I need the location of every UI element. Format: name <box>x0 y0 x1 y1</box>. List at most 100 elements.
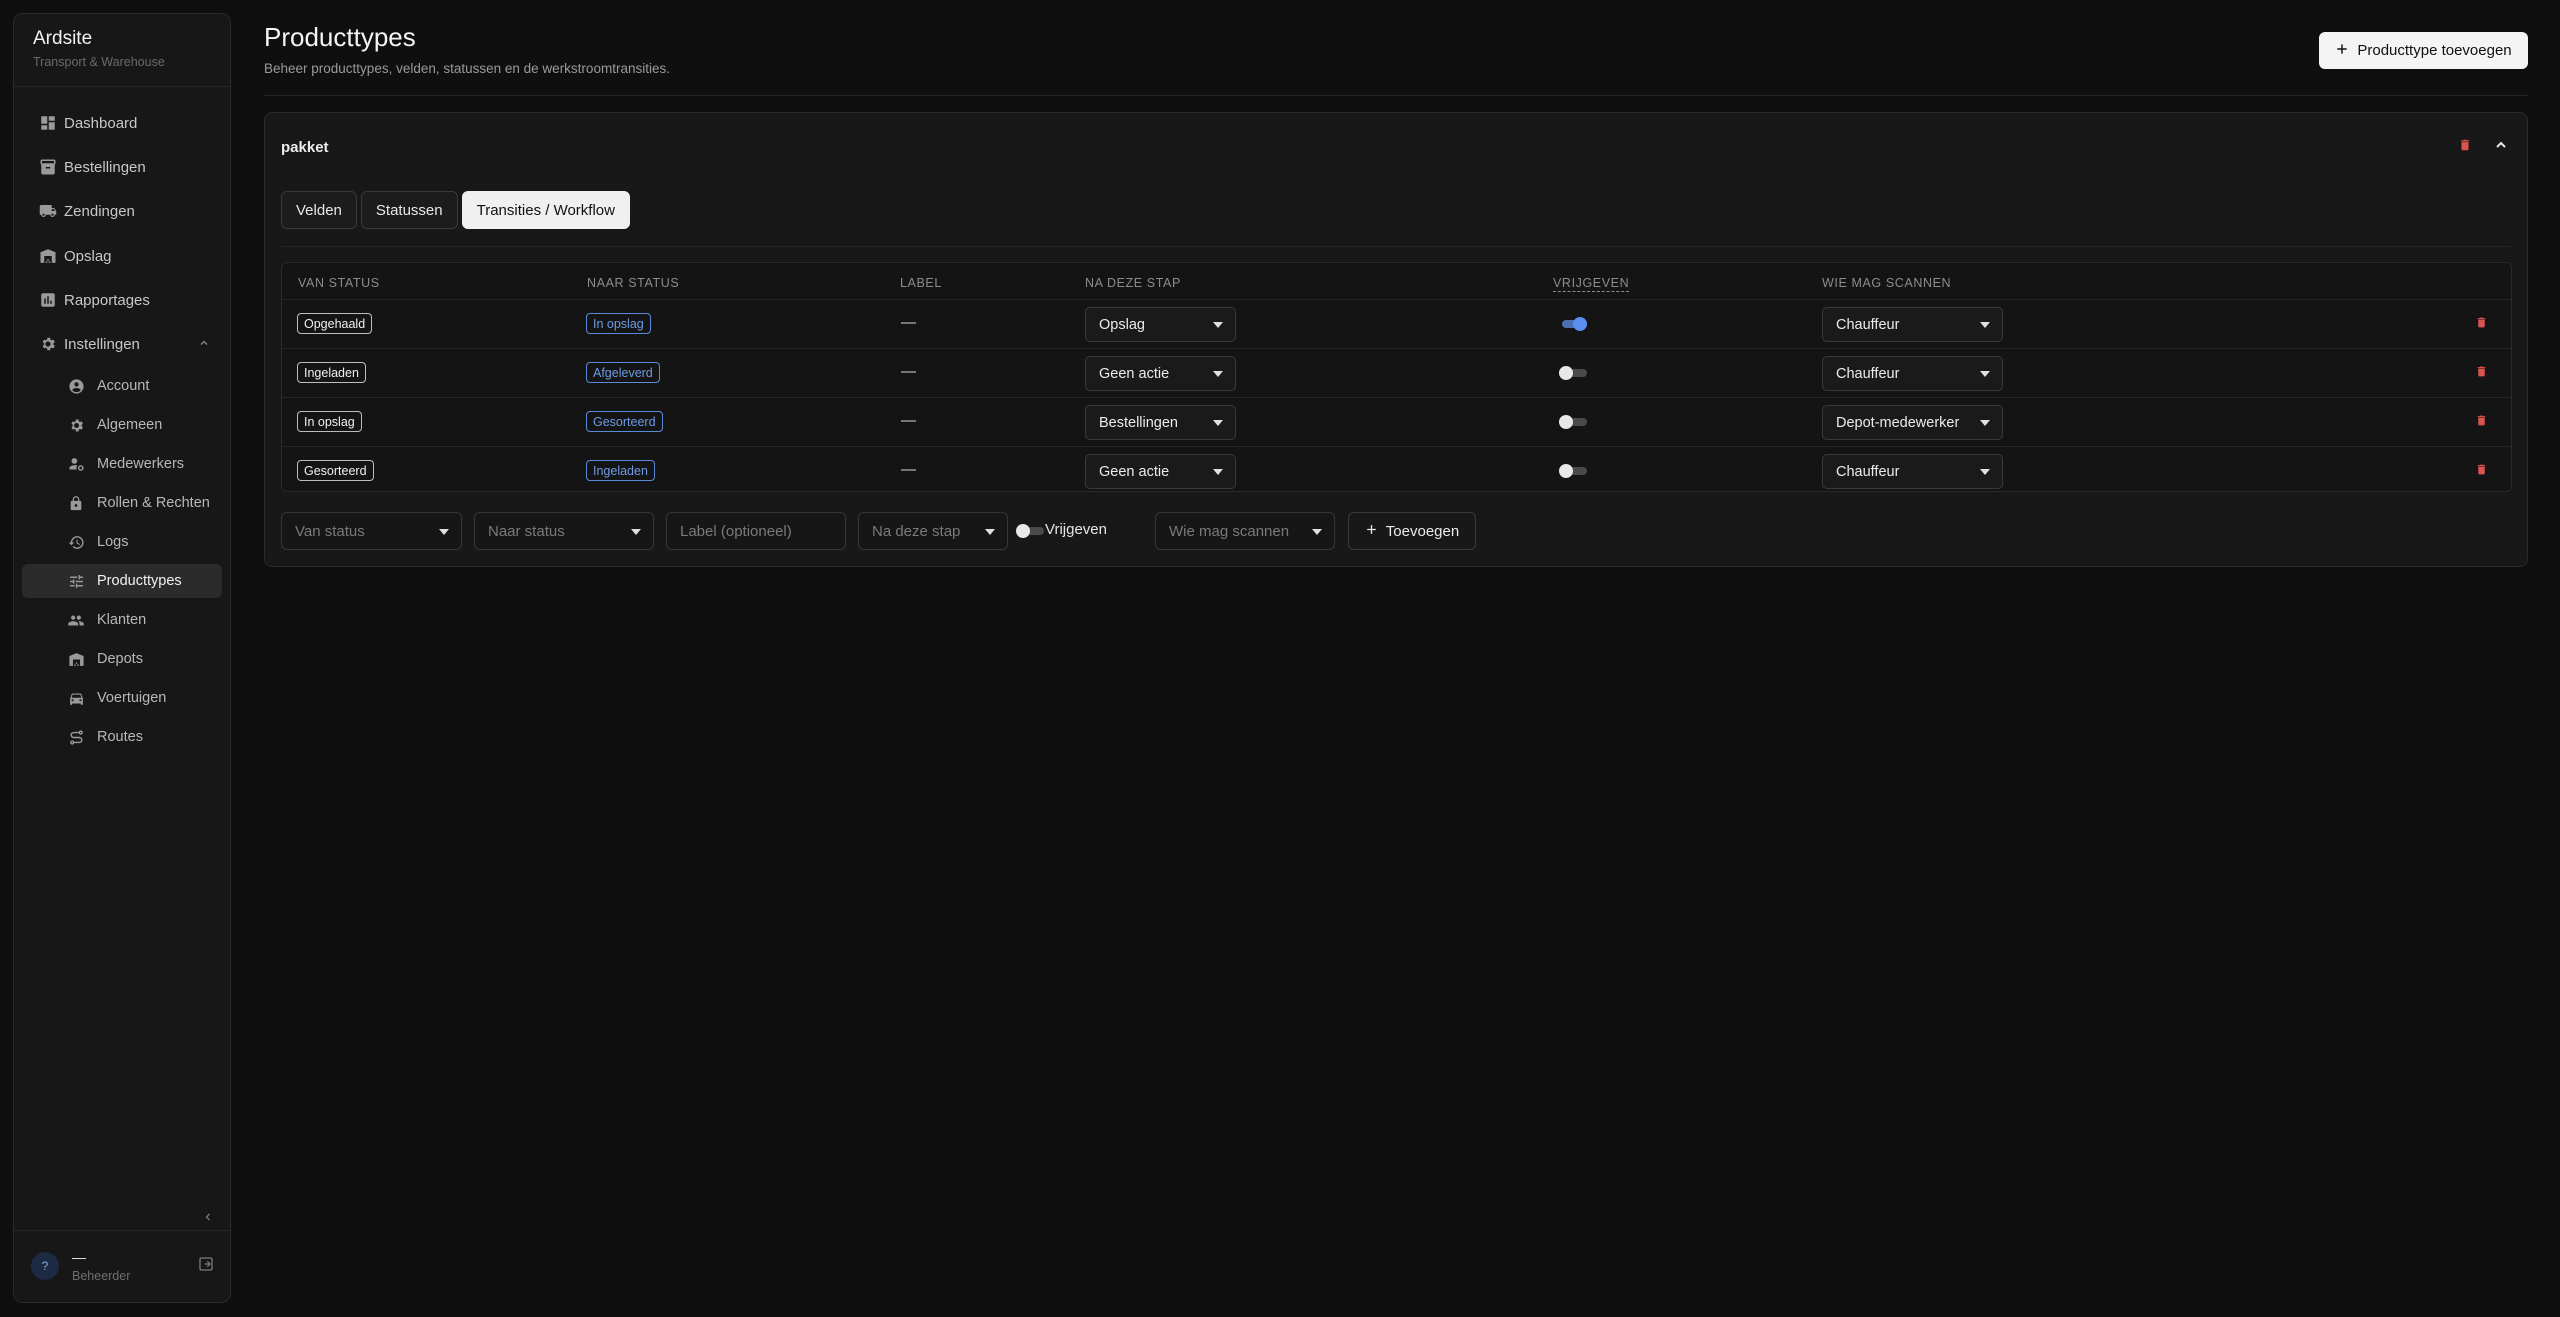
tab-statussen[interactable]: Statussen <box>360 191 458 229</box>
collapse-sidebar-icon[interactable] <box>202 1210 214 1228</box>
sidebar-item-voertuigen[interactable]: Voertuigen <box>22 681 222 715</box>
chevron-up-icon <box>198 336 210 353</box>
from-status-select[interactable]: Van status <box>281 512 462 550</box>
trash-icon[interactable] <box>2475 364 2488 383</box>
plus-icon <box>1365 523 1378 540</box>
tab-velden[interactable]: Velden <box>281 191 357 229</box>
sidebar-item-label: Routes <box>97 729 143 745</box>
sidebar-item-label: Rollen & Rechten <box>97 495 210 511</box>
next-step-select[interactable]: Geen actie <box>1085 356 1236 391</box>
producttype-card: pakket Velden Statussen Transities / Wor… <box>264 112 2528 567</box>
scanner-value: Depot-medewerker <box>1836 414 1960 431</box>
sidebar-item-routes[interactable]: Routes <box>22 720 222 754</box>
to-status-badge: Afgeleverd <box>586 362 660 383</box>
next-step-value: Bestellingen <box>1099 414 1178 431</box>
gear-icon <box>38 334 58 354</box>
scanner-select[interactable]: Depot-medewerker <box>1822 405 2003 440</box>
release-toggle[interactable] <box>1559 415 1587 429</box>
avatar[interactable]: ? <box>31 1252 59 1280</box>
user-name: — <box>72 1249 86 1265</box>
dashboard-icon <box>38 113 58 133</box>
bar-chart-icon <box>38 290 58 310</box>
sidebar-item-klanten[interactable]: Klanten <box>22 603 222 637</box>
to-status-badge: Gesorteerd <box>586 411 663 432</box>
release-toggle[interactable] <box>1559 366 1587 380</box>
sidebar-item-label: Opslag <box>64 247 112 265</box>
sidebar-item-depots[interactable]: Depots <box>22 642 222 676</box>
tab-transities-workflow[interactable]: Transities / Workflow <box>461 191 630 229</box>
label-value: — <box>901 412 916 429</box>
next-step-select[interactable]: Geen actie <box>1085 454 1236 489</box>
route-icon <box>67 728 85 746</box>
column-header: Van status <box>298 276 380 290</box>
dropdown-caret-icon <box>1213 371 1223 377</box>
release-toggle[interactable] <box>1016 524 1044 538</box>
next-step-select[interactable]: Bestellingen <box>1085 405 1236 440</box>
label-value: — <box>901 314 916 331</box>
trash-icon[interactable] <box>2475 413 2488 432</box>
sidebar-item-instellingen[interactable]: Instellingen <box>22 327 222 361</box>
label-input[interactable]: Label (optioneel) <box>666 512 846 550</box>
dropdown-caret-icon <box>1213 469 1223 475</box>
sidebar-item-medewerkers[interactable]: Medewerkers <box>22 447 222 481</box>
next-step-select[interactable]: Na deze stap <box>858 512 1008 550</box>
to-status-badge: Ingeladen <box>586 460 655 481</box>
column-header: Wie mag scannen <box>1822 276 1952 290</box>
sidebar-item-rollen-rechten[interactable]: Rollen & Rechten <box>22 486 222 520</box>
label-value: — <box>901 363 916 380</box>
trash-icon[interactable] <box>2458 137 2472 157</box>
car-icon <box>67 689 85 707</box>
sidebar-item-label: Algemeen <box>97 417 163 433</box>
sidebar-item-label: Instellingen <box>64 335 140 353</box>
scanner-select[interactable]: Chauffeur <box>1822 356 2003 391</box>
scanner-select[interactable]: Chauffeur <box>1822 454 2003 489</box>
trash-icon[interactable] <box>2475 315 2488 334</box>
logout-icon[interactable] <box>198 1256 214 1276</box>
sidebar-item-logs[interactable]: Logs <box>22 525 222 559</box>
scanner-select[interactable]: Chauffeur <box>1822 307 2003 342</box>
sidebar-item-account[interactable]: Account <box>22 369 222 403</box>
add-producttype-button[interactable]: Producttype toevoegen <box>2319 32 2528 69</box>
sidebar-item-label: Dashboard <box>64 114 138 132</box>
to-status-select[interactable]: Naar status <box>474 512 654 550</box>
chevron-up-icon[interactable] <box>2493 137 2509 157</box>
account-circle-icon <box>67 377 85 395</box>
archive-icon <box>38 157 58 177</box>
sidebar-item-label: Account <box>97 378 150 394</box>
producttype-name: pakket <box>281 139 329 156</box>
sidebar-item-opslag[interactable]: Opslag <box>22 239 222 273</box>
sidebar-item-algemeen[interactable]: Algemeen <box>22 408 222 442</box>
user-role: Beheerder <box>72 1269 131 1283</box>
sidebar-item-label: Klanten <box>97 612 147 628</box>
app-name: Ardsite <box>33 28 93 49</box>
column-header: Na deze stap <box>1085 276 1181 290</box>
column-header: Vrijgeven <box>1553 276 1630 292</box>
people-icon <box>67 611 85 629</box>
scanner-select[interactable]: Wie mag scannen <box>1155 512 1335 550</box>
scanner-value: Chauffeur <box>1836 463 1900 480</box>
dropdown-caret-icon <box>1980 469 1990 475</box>
from-status-badge: Opgehaald <box>297 313 373 334</box>
sidebar: Ardsite Transport & Warehouse Dashboard … <box>13 13 231 1303</box>
warehouse-icon <box>38 246 58 266</box>
card-divider <box>281 246 2511 247</box>
sidebar-item-zendingen[interactable]: Zendingen <box>22 194 222 228</box>
trash-icon[interactable] <box>2475 462 2488 481</box>
sidebar-item-producttypes[interactable]: Producttypes <box>22 564 222 598</box>
sidebar-item-dashboard[interactable]: Dashboard <box>22 106 222 140</box>
dropdown-caret-icon <box>1980 371 1990 377</box>
sidebar-item-bestellingen[interactable]: Bestellingen <box>22 150 222 184</box>
add-transition-button[interactable]: Toevoegen <box>1348 512 1476 550</box>
sidebar-item-rapportages[interactable]: Rapportages <box>22 283 222 317</box>
from-status-badge: In opslag <box>297 411 362 432</box>
sidebar-item-label: Logs <box>97 534 129 550</box>
next-step-select[interactable]: Opslag <box>1085 307 1236 342</box>
scanner-placeholder: Wie mag scannen <box>1169 522 1290 540</box>
brand: Ardsite Transport & Warehouse <box>14 14 230 87</box>
from-status-badge: Ingeladen <box>297 362 366 383</box>
from-status-placeholder: Van status <box>295 522 365 540</box>
release-toggle[interactable] <box>1559 317 1587 331</box>
release-toggle[interactable] <box>1559 464 1587 478</box>
sidebar-item-label: Rapportages <box>64 291 150 309</box>
sidebar-item-label: Bestellingen <box>64 158 146 176</box>
